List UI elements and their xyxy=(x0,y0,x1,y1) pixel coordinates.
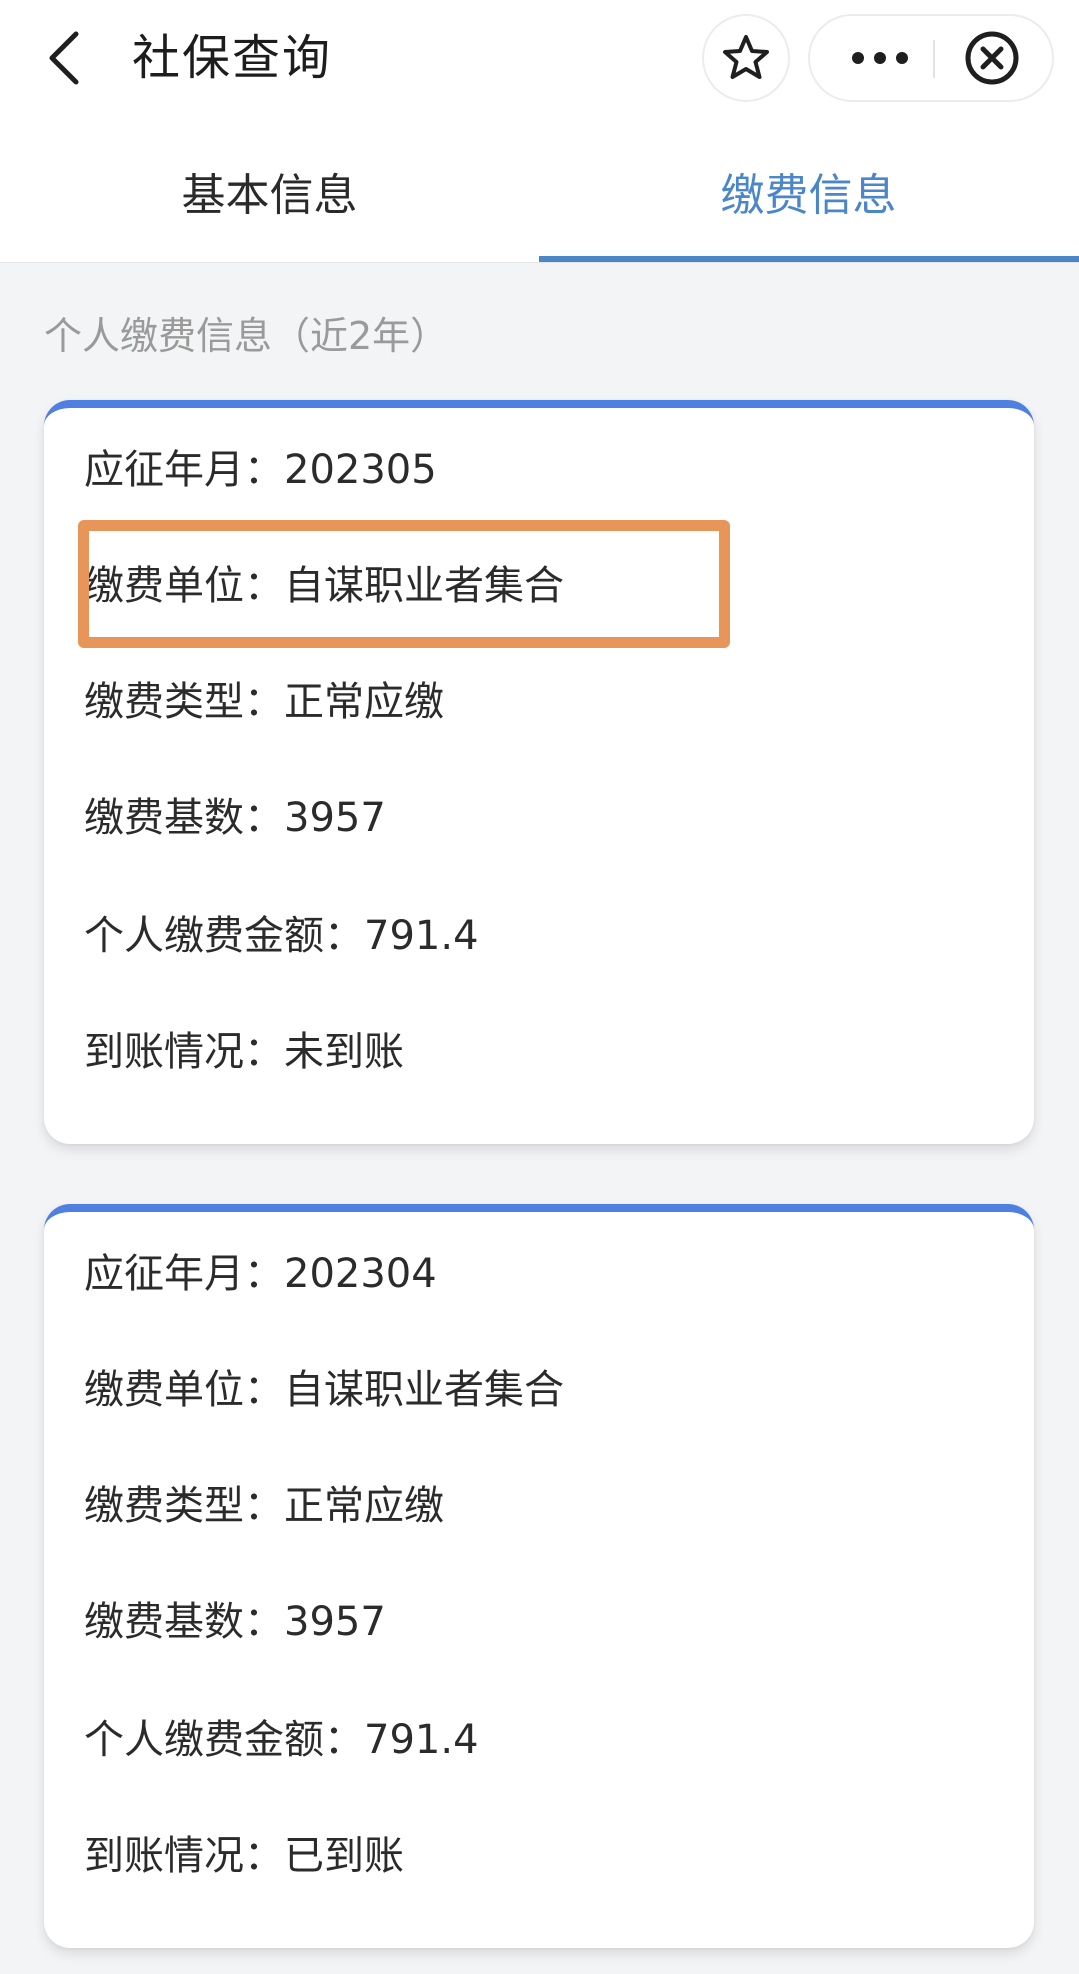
page-title: 社保查询 xyxy=(132,30,333,86)
row-value: 已到账 xyxy=(284,1833,404,1879)
row-label: 缴费类型： xyxy=(84,679,284,725)
record-row-personal-amount: 个人缴费金额：791.4 xyxy=(84,1710,479,1770)
record-row-due-month: 应征年月：202304 xyxy=(84,1244,437,1304)
row-value: 正常应缴 xyxy=(284,1483,444,1529)
capsule-divider xyxy=(933,40,935,78)
tab-payment-info[interactable]: 缴费信息 xyxy=(539,120,1078,262)
row-label: 缴费类型： xyxy=(84,1483,284,1529)
row-label: 个人缴费金额： xyxy=(84,913,364,959)
row-value: 202304 xyxy=(284,1251,437,1297)
back-button[interactable] xyxy=(40,28,88,88)
record-row-arrival-status: 到账情况：未到账 xyxy=(84,1022,404,1082)
active-tab-indicator xyxy=(539,256,1079,262)
highlight-box xyxy=(78,520,730,648)
row-label: 应征年月： xyxy=(84,447,284,493)
row-value: 未到账 xyxy=(284,1029,404,1075)
record-row-payment-base: 缴费基数：3957 xyxy=(84,1592,386,1652)
section-title: 个人缴费信息（近2年） xyxy=(44,314,449,358)
row-value: 3957 xyxy=(284,795,386,841)
row-value: 202305 xyxy=(284,447,437,493)
close-button[interactable] xyxy=(942,16,1042,100)
favorite-button[interactable] xyxy=(702,14,790,102)
row-label: 缴费单位： xyxy=(84,1367,284,1413)
record-row-payment-type: 缴费类型：正常应缴 xyxy=(84,672,444,732)
mini-program-capsule xyxy=(808,14,1054,102)
record-row-payment-type: 缴费类型：正常应缴 xyxy=(84,1476,444,1536)
row-label: 个人缴费金额： xyxy=(84,1717,364,1763)
more-button[interactable] xyxy=(830,16,930,100)
record-row-payer-unit: 缴费单位：自谋职业者集合 xyxy=(84,1360,564,1420)
record-row-payment-base: 缴费基数：3957 xyxy=(84,788,386,848)
row-value: 正常应缴 xyxy=(284,679,444,725)
row-value: 3957 xyxy=(284,1599,386,1645)
row-label: 到账情况： xyxy=(84,1833,284,1879)
more-icon xyxy=(852,52,908,64)
payment-record-card: 应征年月：202305 缴费单位：自谋职业者集合 缴费类型：正常应缴 缴费基数：… xyxy=(44,400,1034,1144)
payment-record-card: 应征年月：202304 缴费单位：自谋职业者集合 缴费类型：正常应缴 缴费基数：… xyxy=(44,1204,1034,1948)
row-value: 791.4 xyxy=(364,913,479,959)
record-row-due-month: 应征年月：202305 xyxy=(84,440,437,500)
star-icon xyxy=(723,35,769,79)
record-row-personal-amount: 个人缴费金额：791.4 xyxy=(84,906,479,966)
record-row-arrival-status: 到账情况：已到账 xyxy=(84,1826,404,1886)
close-circle-icon xyxy=(965,31,1019,85)
row-value: 自谋职业者集合 xyxy=(284,1367,564,1413)
top-bar: 社保查询 xyxy=(0,0,1079,120)
tab-basic-info[interactable]: 基本信息 xyxy=(0,120,539,262)
row-label: 到账情况： xyxy=(84,1029,284,1075)
row-label: 应征年月： xyxy=(84,1251,284,1297)
row-value: 791.4 xyxy=(364,1717,479,1763)
row-label: 缴费基数： xyxy=(84,1599,284,1645)
row-label: 缴费基数： xyxy=(84,795,284,841)
tab-bar: 基本信息 缴费信息 xyxy=(0,120,1079,263)
chevron-left-icon xyxy=(49,31,79,85)
